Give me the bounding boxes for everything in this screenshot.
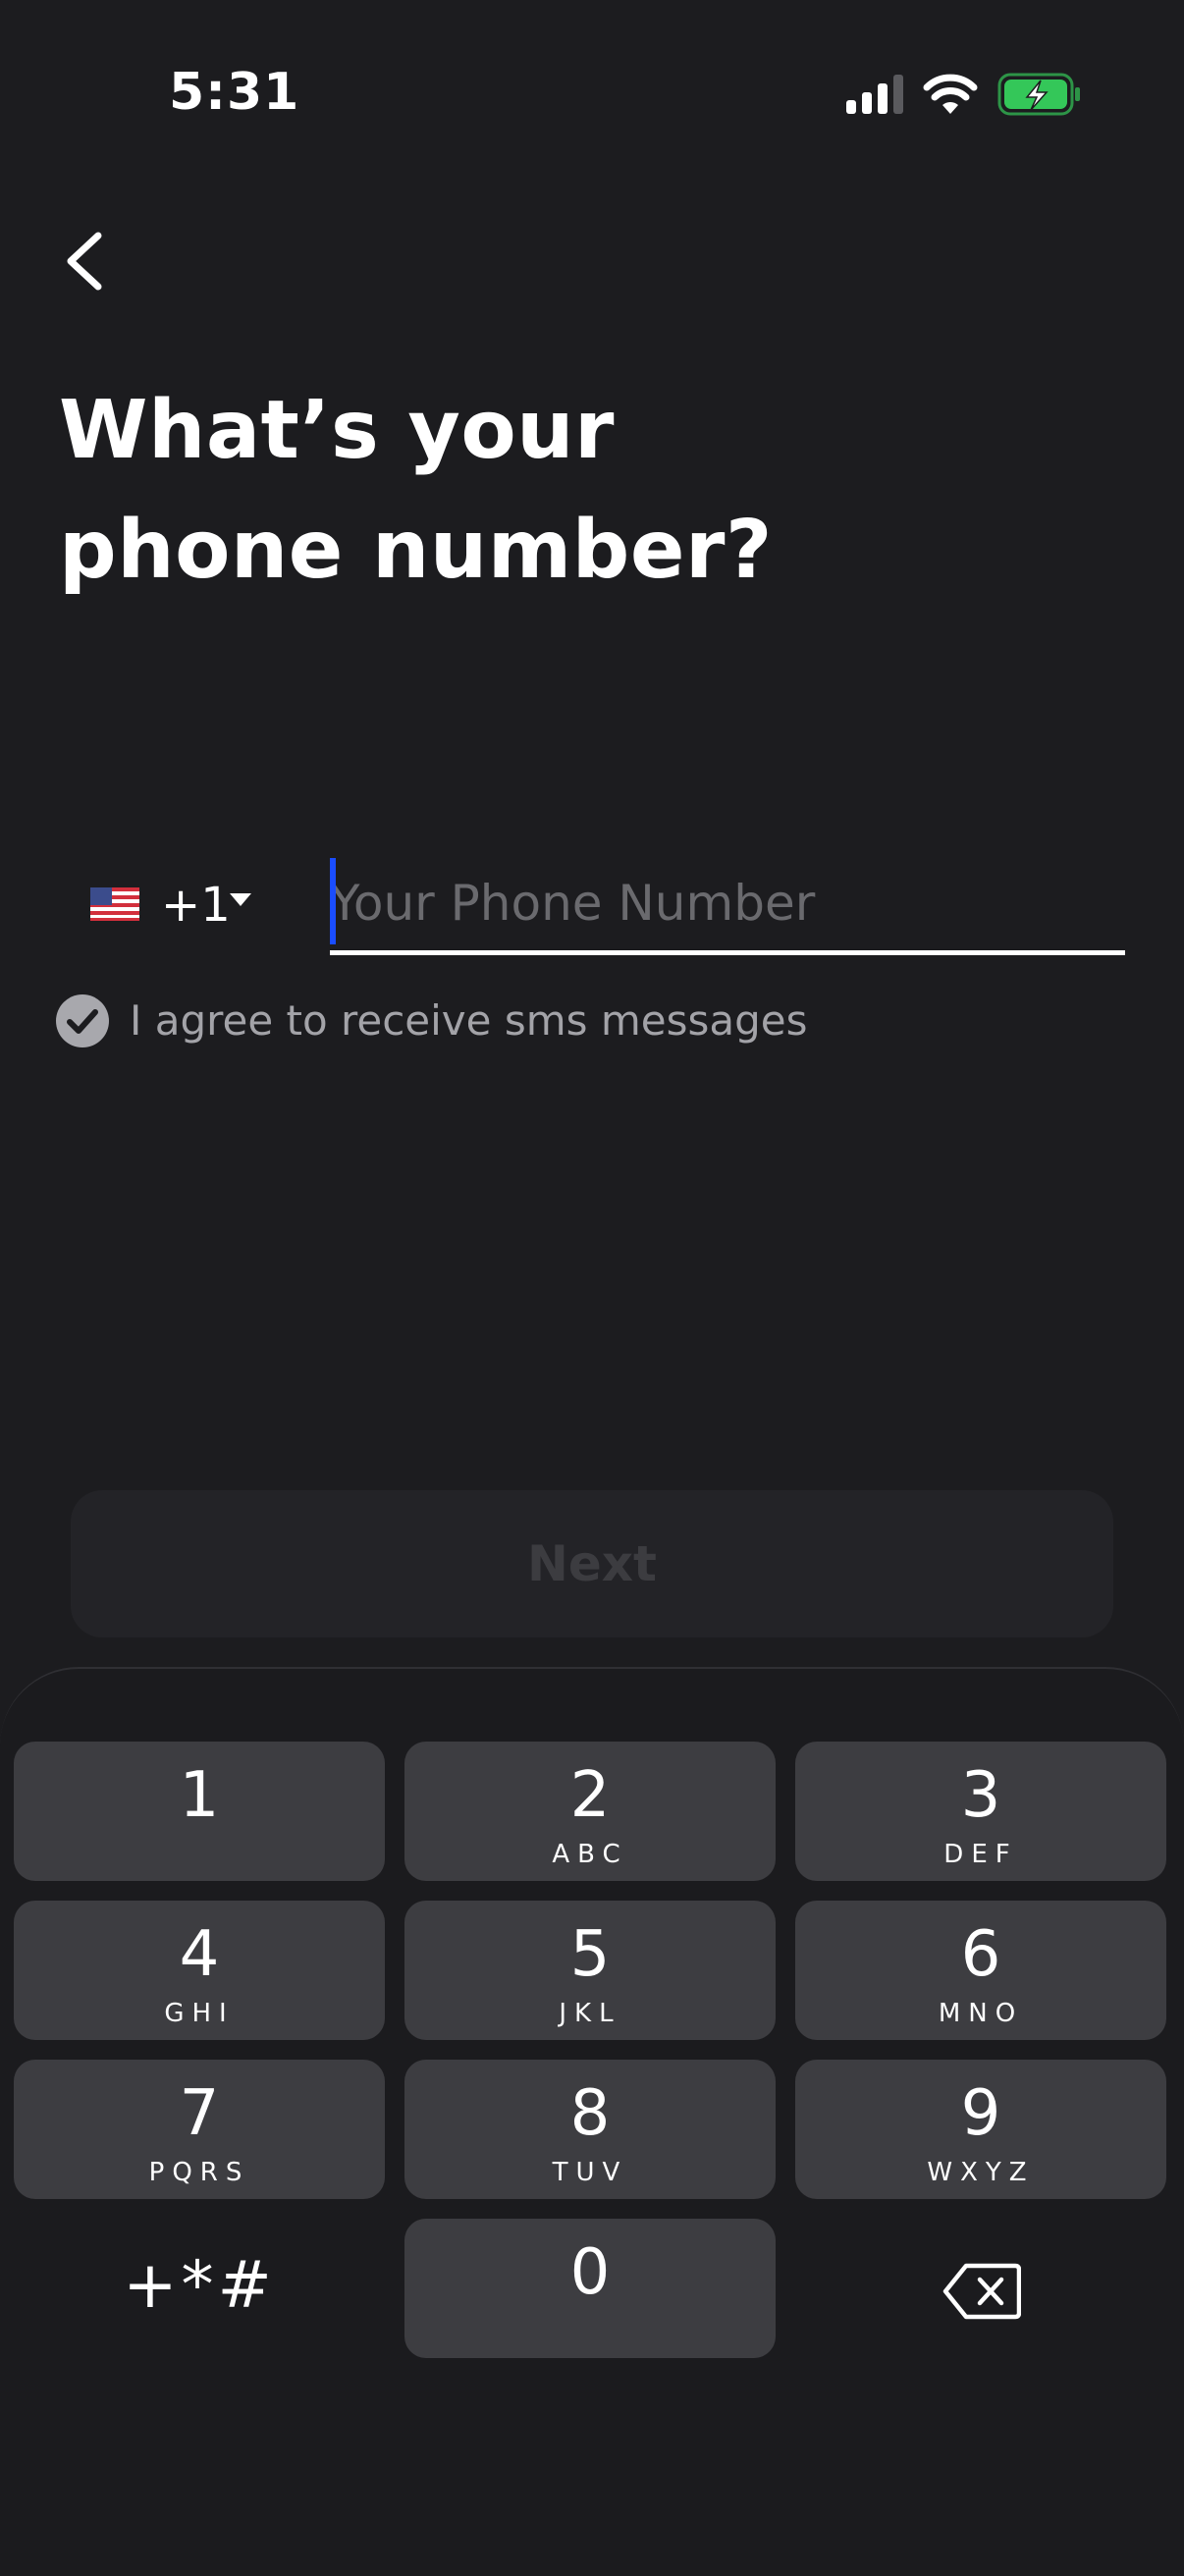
key-6[interactable]: 6 MNO — [795, 1901, 1166, 2040]
key-letters: JKL — [559, 1999, 621, 2028]
key-letters: GHI — [164, 1999, 235, 2028]
key-digit: 5 — [569, 1918, 611, 1991]
key-8[interactable]: 8 TUV — [404, 2060, 776, 2199]
battery-charging-icon — [997, 73, 1080, 116]
status-time: 5:31 — [169, 63, 300, 122]
key-digit: 3 — [960, 1759, 1001, 1832]
wifi-icon — [923, 74, 978, 114]
signal-icon — [846, 75, 903, 114]
key-digit: 7 — [179, 2077, 220, 2150]
numeric-keypad: 1 2 ABC 3 DEF 4 GHI 5 JKL 6 MNO 7 PQRS 8… — [0, 1667, 1184, 2576]
key-9[interactable]: 9 WXYZ — [795, 2060, 1166, 2199]
key-letters: PQRS — [148, 2158, 250, 2187]
key-digit: 4 — [179, 1918, 220, 1991]
key-letters: MNO — [938, 1999, 1024, 2028]
key-letters: TUV — [552, 2158, 628, 2187]
next-button[interactable]: Next — [71, 1490, 1113, 1637]
key-5[interactable]: 5 JKL — [404, 1901, 776, 2040]
back-button[interactable] — [51, 218, 122, 304]
key-7[interactable]: 7 PQRS — [14, 2060, 385, 2199]
key-0[interactable]: 0 — [404, 2219, 776, 2358]
key-digit: 2 — [569, 1759, 611, 1832]
key-2[interactable]: 2 ABC — [404, 1742, 776, 1881]
key-delete[interactable] — [795, 2219, 1166, 2358]
chevron-left-icon — [67, 232, 102, 291]
page-title: What’s your phone number? — [59, 371, 1041, 611]
page-title-line-1: What’s your — [59, 384, 615, 477]
key-digit: 8 — [569, 2077, 611, 2150]
us-flag-icon — [90, 887, 139, 921]
checkmark-circle-icon — [56, 994, 109, 1047]
symbols-label: +*# — [123, 2247, 276, 2323]
key-symbols[interactable]: +*# — [14, 2219, 385, 2358]
key-digit: 1 — [179, 1759, 220, 1832]
key-digit: 9 — [960, 2077, 1001, 2150]
key-4[interactable]: 4 GHI — [14, 1901, 385, 2040]
key-letters: WXYZ — [927, 2158, 1035, 2187]
text-caret — [330, 858, 336, 944]
key-3[interactable]: 3 DEF — [795, 1742, 1166, 1881]
key-1[interactable]: 1 — [14, 1742, 385, 1881]
country-code: +1 — [161, 878, 231, 933]
key-letters: ABC — [552, 1840, 628, 1869]
chevron-down-icon — [230, 893, 251, 906]
agree-sms-checkbox[interactable] — [55, 993, 110, 1048]
key-digit: 6 — [960, 1918, 1001, 1991]
key-letters: DEF — [943, 1840, 1018, 1869]
backspace-icon — [942, 2263, 1021, 2320]
country-code-picker[interactable]: +1 — [86, 864, 263, 946]
phone-number-input[interactable] — [330, 856, 1125, 955]
page-title-line-2: phone number? — [59, 504, 773, 597]
key-digit: 0 — [569, 2236, 611, 2309]
status-icons — [846, 71, 1082, 122]
agree-sms-label: I agree to receive sms messages — [130, 996, 808, 1045]
